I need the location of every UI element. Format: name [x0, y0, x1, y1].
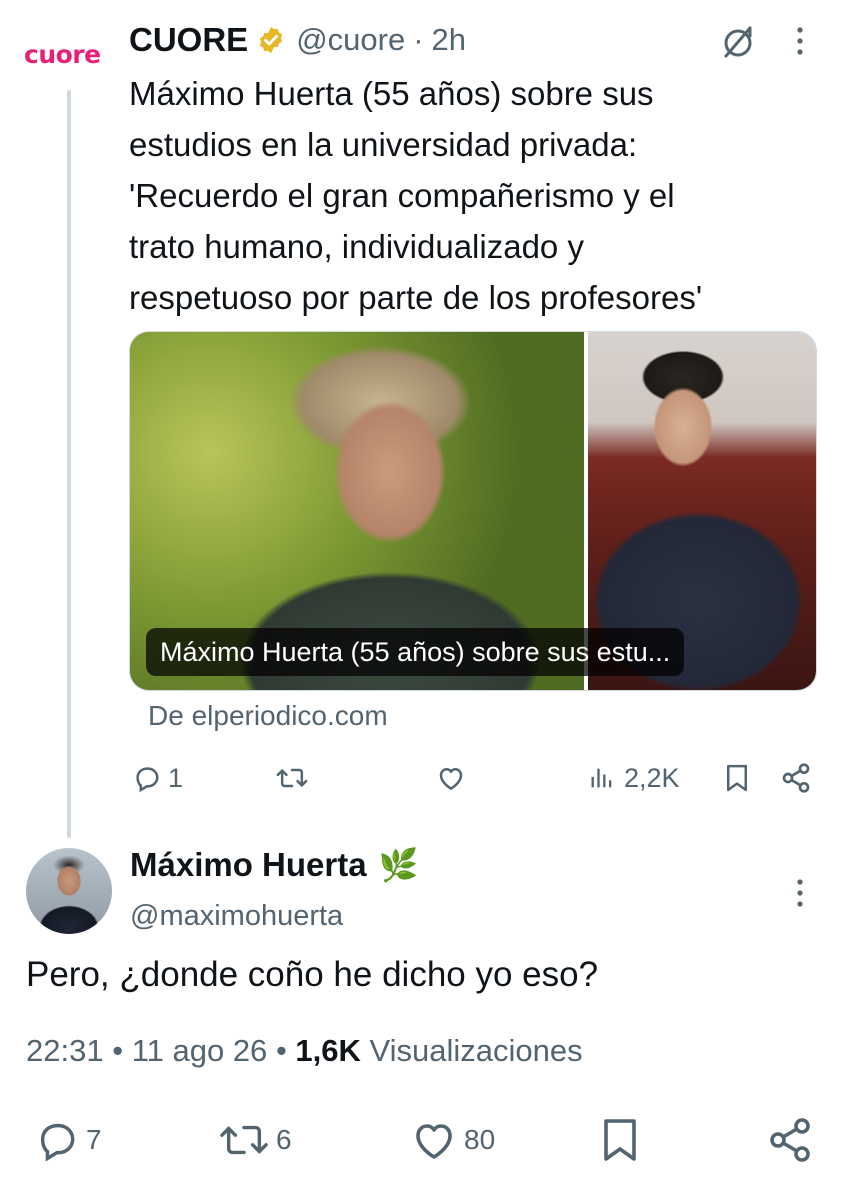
- bookmark-icon: [724, 763, 750, 793]
- account-avatar-cuore[interactable]: cuore: [24, 40, 101, 69]
- views-count: 2,2K: [624, 762, 680, 793]
- tweet-text-line: estudios en la universidad privada:: [129, 126, 638, 163]
- tweet-text-line: 'Recuerdo el gran compañerismo y el: [129, 177, 675, 214]
- reply-count: 1: [168, 762, 184, 793]
- tweet-text-line: respetuoso por parte de los profesores': [129, 279, 703, 316]
- like-icon: [436, 763, 466, 793]
- share-icon: [780, 762, 812, 794]
- like-count: 80: [464, 1124, 496, 1155]
- reply-button[interactable]: 1: [132, 756, 183, 800]
- thread-line: [67, 90, 71, 838]
- verified-badge-icon: [256, 25, 286, 55]
- link-source[interactable]: De elperiodico.com: [148, 700, 388, 732]
- reply-views-label: Visualizaciones: [369, 1033, 583, 1068]
- repost-button[interactable]: 6: [218, 1112, 292, 1168]
- like-icon: [410, 1116, 458, 1164]
- reply-button[interactable]: 7: [34, 1112, 102, 1168]
- repost-button[interactable]: [276, 756, 308, 800]
- reply-icon: [132, 763, 162, 793]
- meta-separator: •: [275, 1033, 287, 1068]
- views-button[interactable]: 2,2K: [588, 756, 680, 800]
- repost-icon: [276, 763, 308, 793]
- reply-time[interactable]: 22:31: [26, 1033, 104, 1068]
- like-button[interactable]: [436, 756, 466, 800]
- tweet-text-line: trato humano, individualizado y: [129, 228, 584, 265]
- link-card-caption: Máximo Huerta (55 años) sobre sus estu..…: [146, 628, 685, 676]
- bookmark-button[interactable]: [724, 756, 750, 800]
- reply-meta: 22:31 • 11 ago 26 • 1,6K Visualizaciones: [26, 1033, 583, 1069]
- author-handle[interactable]: @cuore: [296, 22, 405, 58]
- reply-views-count: 1,6K: [295, 1033, 361, 1068]
- tweet-header: CUORE @cuore · 2h: [129, 18, 466, 62]
- reply-date[interactable]: 11 ago 26: [132, 1033, 268, 1068]
- grok-icon[interactable]: [718, 22, 758, 62]
- reply-icon: [34, 1117, 80, 1163]
- share-button[interactable]: [766, 1112, 814, 1168]
- more-icon[interactable]: [790, 876, 810, 910]
- reply-handle[interactable]: @maximohuerta: [130, 900, 343, 933]
- repost-count: 6: [276, 1124, 292, 1155]
- share-button[interactable]: [780, 756, 812, 800]
- tweet-text: Máximo Huerta (55 años) sobre sus estudi…: [129, 68, 819, 323]
- link-card[interactable]: Máximo Huerta (55 años) sobre sus estu..…: [129, 331, 817, 691]
- reply-author: Máximo Huerta 🌿: [130, 846, 418, 884]
- separator-dot: ·: [413, 22, 424, 57]
- author-name[interactable]: CUORE: [129, 21, 248, 59]
- like-button[interactable]: 80: [410, 1112, 495, 1168]
- avatar[interactable]: [26, 848, 112, 934]
- views-icon: [588, 764, 616, 792]
- reply-count: 7: [86, 1124, 102, 1155]
- share-icon: [766, 1116, 814, 1164]
- repost-icon: [218, 1117, 270, 1163]
- reply-author-name[interactable]: Máximo Huerta: [130, 846, 367, 884]
- tweet-time[interactable]: 2h: [432, 22, 466, 58]
- more-icon[interactable]: [790, 24, 810, 58]
- bookmark-button[interactable]: [600, 1112, 640, 1168]
- tweet-text-line: Máximo Huerta (55 años) sobre sus: [129, 75, 654, 112]
- bookmark-icon: [600, 1116, 640, 1164]
- meta-separator: •: [112, 1033, 124, 1068]
- leaf-emoji: 🌿: [378, 847, 419, 883]
- reply-text: Pero, ¿donde coño he dicho yo eso?: [26, 955, 599, 994]
